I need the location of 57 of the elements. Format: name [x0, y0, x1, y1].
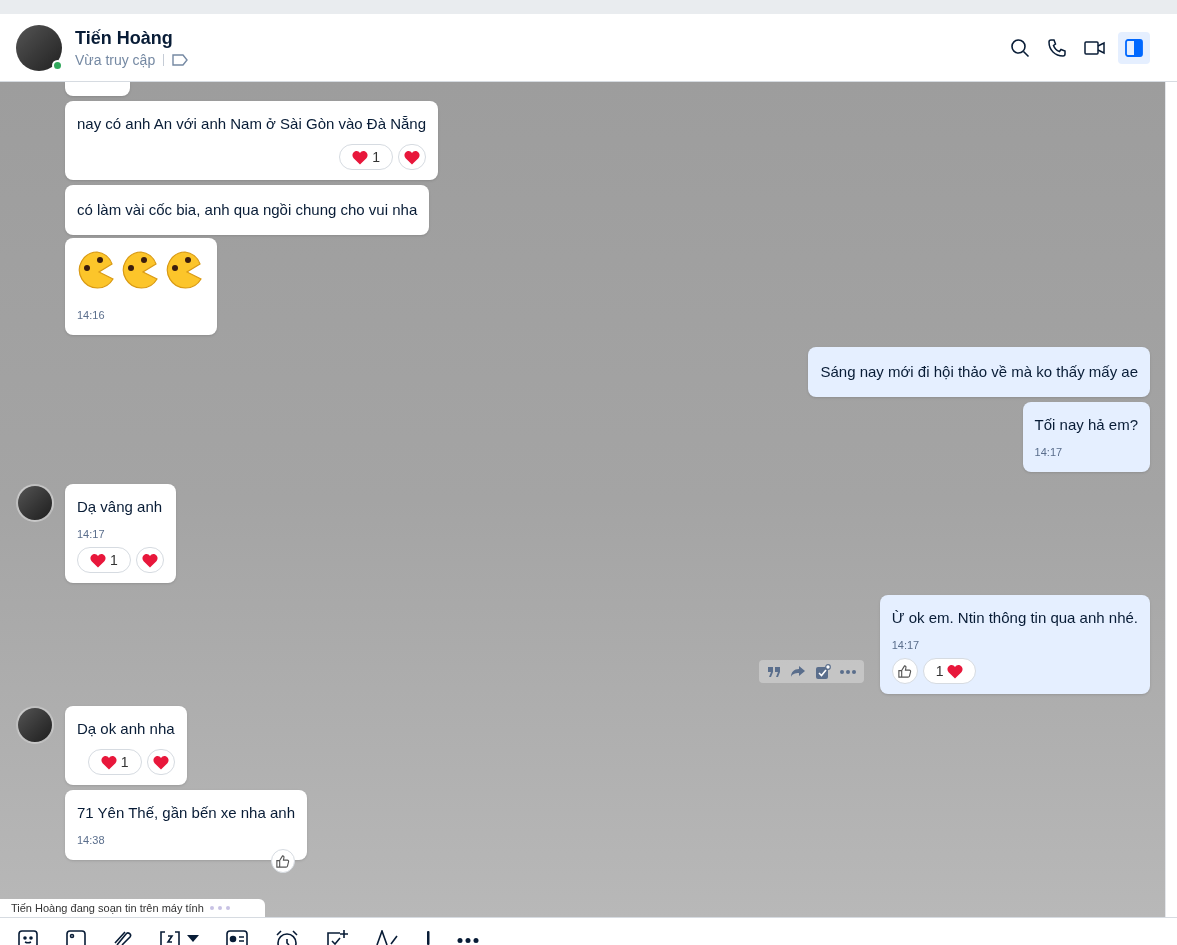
typing-indicator-text: Tiến Hoàng đang soạn tin trên máy tính: [11, 900, 204, 916]
heart-icon: [90, 552, 106, 568]
message-time: 14:16: [77, 308, 106, 322]
message-text: có làm vài cốc bia, anh qua ngồi chung cho vui nha: [77, 200, 418, 220]
message-text: Sáng nay mới đi hội thảo về mà ko thấy mấy ae: [820, 362, 1138, 382]
side-panel-toggle-button[interactable]: [1118, 31, 1150, 64]
text-format-icon[interactable]: [375, 930, 399, 945]
screenshot-icon[interactable]: [159, 930, 181, 945]
reaction-count-button[interactable]: 1: [87, 749, 142, 775]
message-time: 14:17: [1034, 445, 1064, 459]
phone-icon[interactable]: [1047, 37, 1067, 58]
heart-reaction-button[interactable]: [146, 749, 175, 775]
message-time: 14:38: [77, 833, 106, 847]
image-icon[interactable]: [65, 930, 87, 945]
last-seen-status: Vừa truy cập: [75, 50, 156, 70]
heart-reaction-button[interactable]: [398, 144, 427, 170]
more-dots-icon[interactable]: [457, 938, 479, 943]
message-text: nay có anh An với anh Nam ở Sài Gòn vào Đà Nẵng: [77, 114, 427, 134]
message-text: Dạ ok anh nha: [77, 719, 175, 739]
contact-card-icon[interactable]: [225, 930, 249, 945]
search-icon[interactable]: [1010, 37, 1030, 58]
tag-icon[interactable]: [172, 53, 189, 66]
message-text: Dạ vâng anh: [77, 497, 164, 517]
contact-name: Tiến Hoàng: [75, 26, 174, 50]
thumbs-up-icon: [897, 663, 913, 679]
forward-arrow-icon[interactable]: [789, 665, 806, 678]
paperclip-icon[interactable]: [113, 930, 133, 945]
avatar[interactable]: [16, 24, 62, 71]
video-camera-icon[interactable]: [1084, 39, 1106, 56]
heart-icon: [352, 149, 369, 165]
caret-down-icon[interactable]: [187, 935, 199, 943]
message-text: Ừ ok em. Ntin thông tin qua anh nhé.: [891, 608, 1138, 628]
reaction-count-button[interactable]: 1: [339, 144, 394, 170]
thumbs-up-icon: [275, 853, 291, 869]
more-dots-icon[interactable]: [839, 669, 856, 674]
message-text: Tối nay hả em?: [1034, 415, 1138, 435]
quote-icon[interactable]: [766, 665, 781, 678]
heart-icon: [152, 754, 169, 770]
like-reaction-button[interactable]: [270, 849, 295, 873]
reaction-count-button[interactable]: 1: [922, 658, 977, 684]
message-time: 14:17: [891, 638, 921, 652]
like-reaction-button[interactable]: [891, 658, 918, 684]
message-text: 71 Yên Thế, gần bến xe nha anh: [77, 803, 295, 823]
exclamation-icon[interactable]: [425, 930, 431, 945]
reaction-count-button[interactable]: 1: [77, 547, 131, 573]
heart-reaction-button[interactable]: [135, 547, 164, 573]
heart-icon: [100, 754, 117, 770]
heart-icon: [404, 149, 421, 165]
alarm-clock-icon[interactable]: [275, 930, 299, 945]
heart-icon: [947, 663, 964, 679]
message-time: 14:17: [77, 527, 106, 541]
checkbox-plus-icon[interactable]: [325, 930, 349, 945]
heart-icon: [141, 552, 158, 568]
side-panel-icon: [1125, 38, 1143, 57]
task-check-icon[interactable]: [814, 663, 831, 680]
sticker-icon[interactable]: [17, 930, 39, 945]
typing-dots-icon: [209, 906, 230, 910]
